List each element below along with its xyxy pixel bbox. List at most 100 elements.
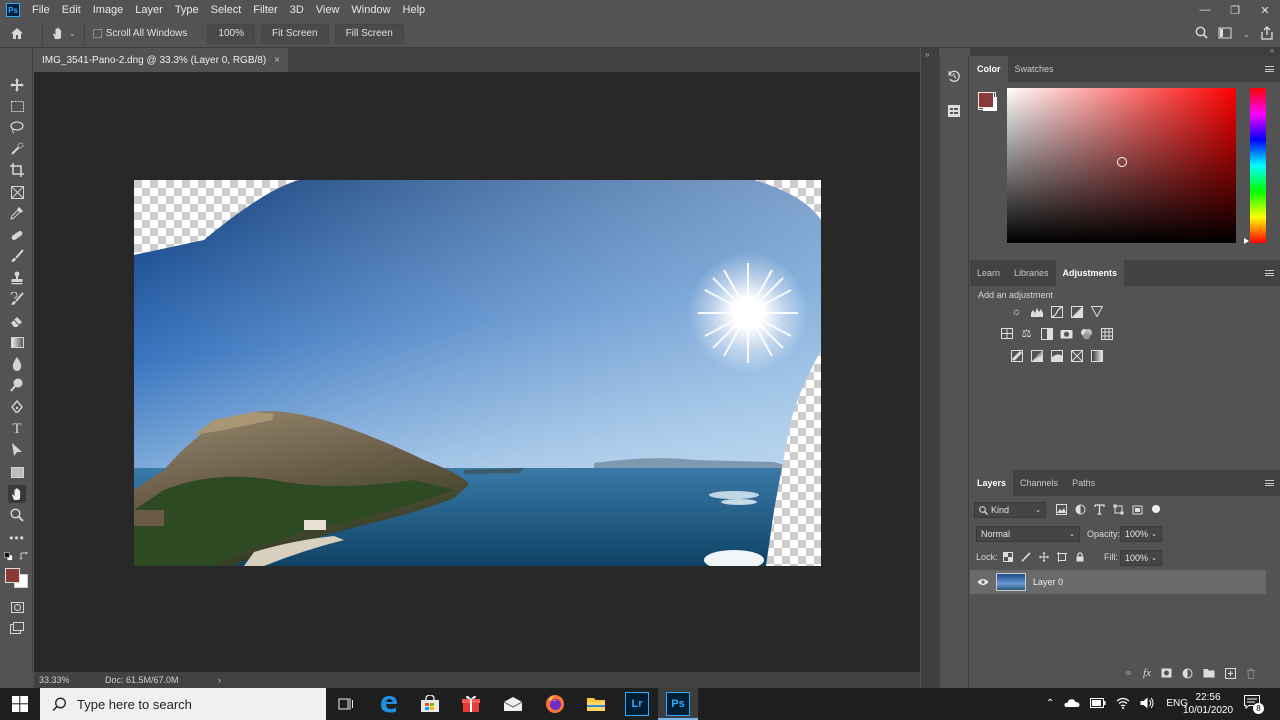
battery-icon[interactable] <box>1090 698 1106 708</box>
menu-filter[interactable]: Filter <box>247 0 283 20</box>
link-layers-icon[interactable]: ⚭ <box>1124 667 1133 680</box>
quick-selection-tool-icon[interactable] <box>8 140 26 158</box>
blend-mode-select[interactable]: Normal ⌄ <box>976 526 1080 542</box>
tab-channels[interactable]: Channels <box>1013 470 1065 496</box>
hue-slider-marker-icon[interactable] <box>1244 238 1249 244</box>
layer-filter-kind-select[interactable]: Kind ⌄ <box>974 502 1046 518</box>
minimize-icon[interactable]: — <box>1190 0 1220 20</box>
store-icon[interactable] <box>418 692 442 716</box>
notifications-icon[interactable]: 8 <box>1244 695 1264 714</box>
menu-image[interactable]: Image <box>87 0 130 20</box>
zoom-100-button[interactable]: 100% <box>207 23 255 44</box>
default-colors-icon[interactable] <box>3 551 13 561</box>
filter-smart-object-icon[interactable] <box>1132 504 1143 515</box>
layer-style-fx-icon[interactable]: fx <box>1143 667 1151 679</box>
new-group-folder-icon[interactable] <box>1203 668 1215 678</box>
fit-screen-button[interactable]: Fit Screen <box>260 23 329 44</box>
document-image[interactable] <box>134 180 821 566</box>
search-icon[interactable] <box>1195 26 1209 42</box>
foreground-color-swatch[interactable] <box>5 568 20 583</box>
taskbar-search-box[interactable]: Type here to search <box>40 688 326 720</box>
menu-view[interactable]: View <box>310 0 346 20</box>
fill-screen-button[interactable]: Fill Screen <box>334 23 404 44</box>
lock-image-pixels-icon[interactable] <box>1021 552 1031 562</box>
hue-slider[interactable] <box>1250 88 1266 243</box>
new-layer-icon[interactable] <box>1225 667 1236 679</box>
share-icon[interactable] <box>1260 25 1274 43</box>
more-tools-icon[interactable]: ••• <box>8 529 26 547</box>
windows-start-icon[interactable] <box>12 696 28 715</box>
document-tab[interactable]: IMG_3541-Pano-2.dng @ 33.3% (Layer 0, RG… <box>34 48 288 72</box>
scroll-all-windows-checkbox[interactable] <box>92 29 102 38</box>
restore-icon[interactable]: ❐ <box>1220 0 1250 20</box>
fill-input[interactable]: 100% ⌄ <box>1120 550 1162 566</box>
brightness-contrast-icon[interactable]: ☼ <box>1010 305 1023 318</box>
layer-name[interactable]: Layer 0 <box>1033 577 1063 587</box>
menu-layer[interactable]: Layer <box>129 0 169 20</box>
layers-panel-menu-icon[interactable] <box>1265 480 1274 486</box>
menu-select[interactable]: Select <box>205 0 248 20</box>
tab-libraries[interactable]: Libraries <box>1007 260 1056 286</box>
path-selection-tool-icon[interactable] <box>8 441 26 459</box>
wifi-icon[interactable] <box>1116 697 1130 709</box>
type-tool-icon[interactable]: T <box>8 420 26 438</box>
blur-tool-icon[interactable] <box>8 355 26 373</box>
lock-position-icon[interactable] <box>1039 552 1049 562</box>
healing-brush-tool-icon[interactable] <box>8 226 26 244</box>
crop-tool-icon[interactable] <box>8 161 26 179</box>
zoom-status[interactable]: 33.33% <box>39 675 99 685</box>
swap-colors-icon[interactable] <box>19 551 29 561</box>
mail-icon[interactable] <box>501 692 525 716</box>
adjustments-panel-menu-icon[interactable] <box>1265 270 1274 276</box>
tab-layers[interactable]: Layers <box>970 470 1014 496</box>
color-lookup-icon[interactable] <box>1100 327 1113 340</box>
tray-chevron-up-icon[interactable]: ⌃ <box>1046 698 1054 709</box>
black-white-icon[interactable] <box>1040 327 1053 340</box>
gradient-map-icon[interactable] <box>1090 349 1103 362</box>
menu-3d[interactable]: 3D <box>284 0 310 20</box>
add-mask-icon[interactable] <box>1161 668 1172 678</box>
posterize-icon[interactable] <box>1030 349 1043 362</box>
tab-adjustments[interactable]: Adjustments <box>1055 260 1125 286</box>
eyedropper-tool-icon[interactable] <box>8 204 26 222</box>
firefox-icon[interactable] <box>543 692 567 716</box>
lock-artboard-icon[interactable] <box>1057 552 1067 562</box>
pen-tool-icon[interactable] <box>8 398 26 416</box>
lightroom-icon[interactable]: Lr <box>625 692 649 716</box>
filter-shape-icon[interactable] <box>1113 504 1124 515</box>
file-explorer-icon[interactable] <box>584 692 608 716</box>
lasso-tool-icon[interactable] <box>8 118 26 136</box>
onedrive-icon[interactable] <box>1064 698 1080 708</box>
frame-tool-icon[interactable] <box>8 183 26 201</box>
eraser-tool-icon[interactable] <box>8 312 26 330</box>
levels-icon[interactable] <box>1030 305 1043 318</box>
filter-pixel-icon[interactable] <box>1056 504 1067 515</box>
dodge-tool-icon[interactable] <box>8 376 26 394</box>
vibrance-icon[interactable] <box>1090 305 1103 318</box>
photoshop-icon[interactable]: Ps <box>666 692 690 716</box>
gradient-tool-icon[interactable] <box>8 333 26 351</box>
color-panel-menu-icon[interactable] <box>1265 66 1274 72</box>
color-field[interactable] <box>1007 88 1236 243</box>
close-icon[interactable]: ✕ <box>1250 0 1280 20</box>
collapse-dock-icon[interactable]: » <box>1270 46 1274 55</box>
lock-all-icon[interactable] <box>1075 552 1085 562</box>
status-menu-arrow-icon[interactable]: › <box>218 675 221 685</box>
hue-saturation-icon[interactable] <box>1000 327 1013 340</box>
brush-tool-icon[interactable] <box>8 247 26 265</box>
task-view-icon[interactable] <box>334 692 358 716</box>
tab-swatches[interactable]: Swatches <box>1008 56 1061 82</box>
rectangle-tool-icon[interactable] <box>8 463 26 481</box>
clock[interactable]: 22:56 10/01/2020 <box>1178 691 1238 717</box>
color-picker-cursor[interactable] <box>1117 157 1127 167</box>
tab-learn[interactable]: Learn <box>970 260 1007 286</box>
volume-icon[interactable] <box>1140 697 1154 709</box>
selective-color-icon[interactable] <box>1070 349 1083 362</box>
exposure-icon[interactable] <box>1070 305 1083 318</box>
invert-icon[interactable] <box>1010 349 1023 362</box>
home-icon[interactable] <box>0 27 34 40</box>
menu-type[interactable]: Type <box>169 0 205 20</box>
zoom-tool-icon[interactable] <box>8 506 26 524</box>
new-adjustment-layer-icon[interactable] <box>1182 668 1193 679</box>
hand-tool-preset-icon[interactable]: ⌄ <box>51 27 76 41</box>
